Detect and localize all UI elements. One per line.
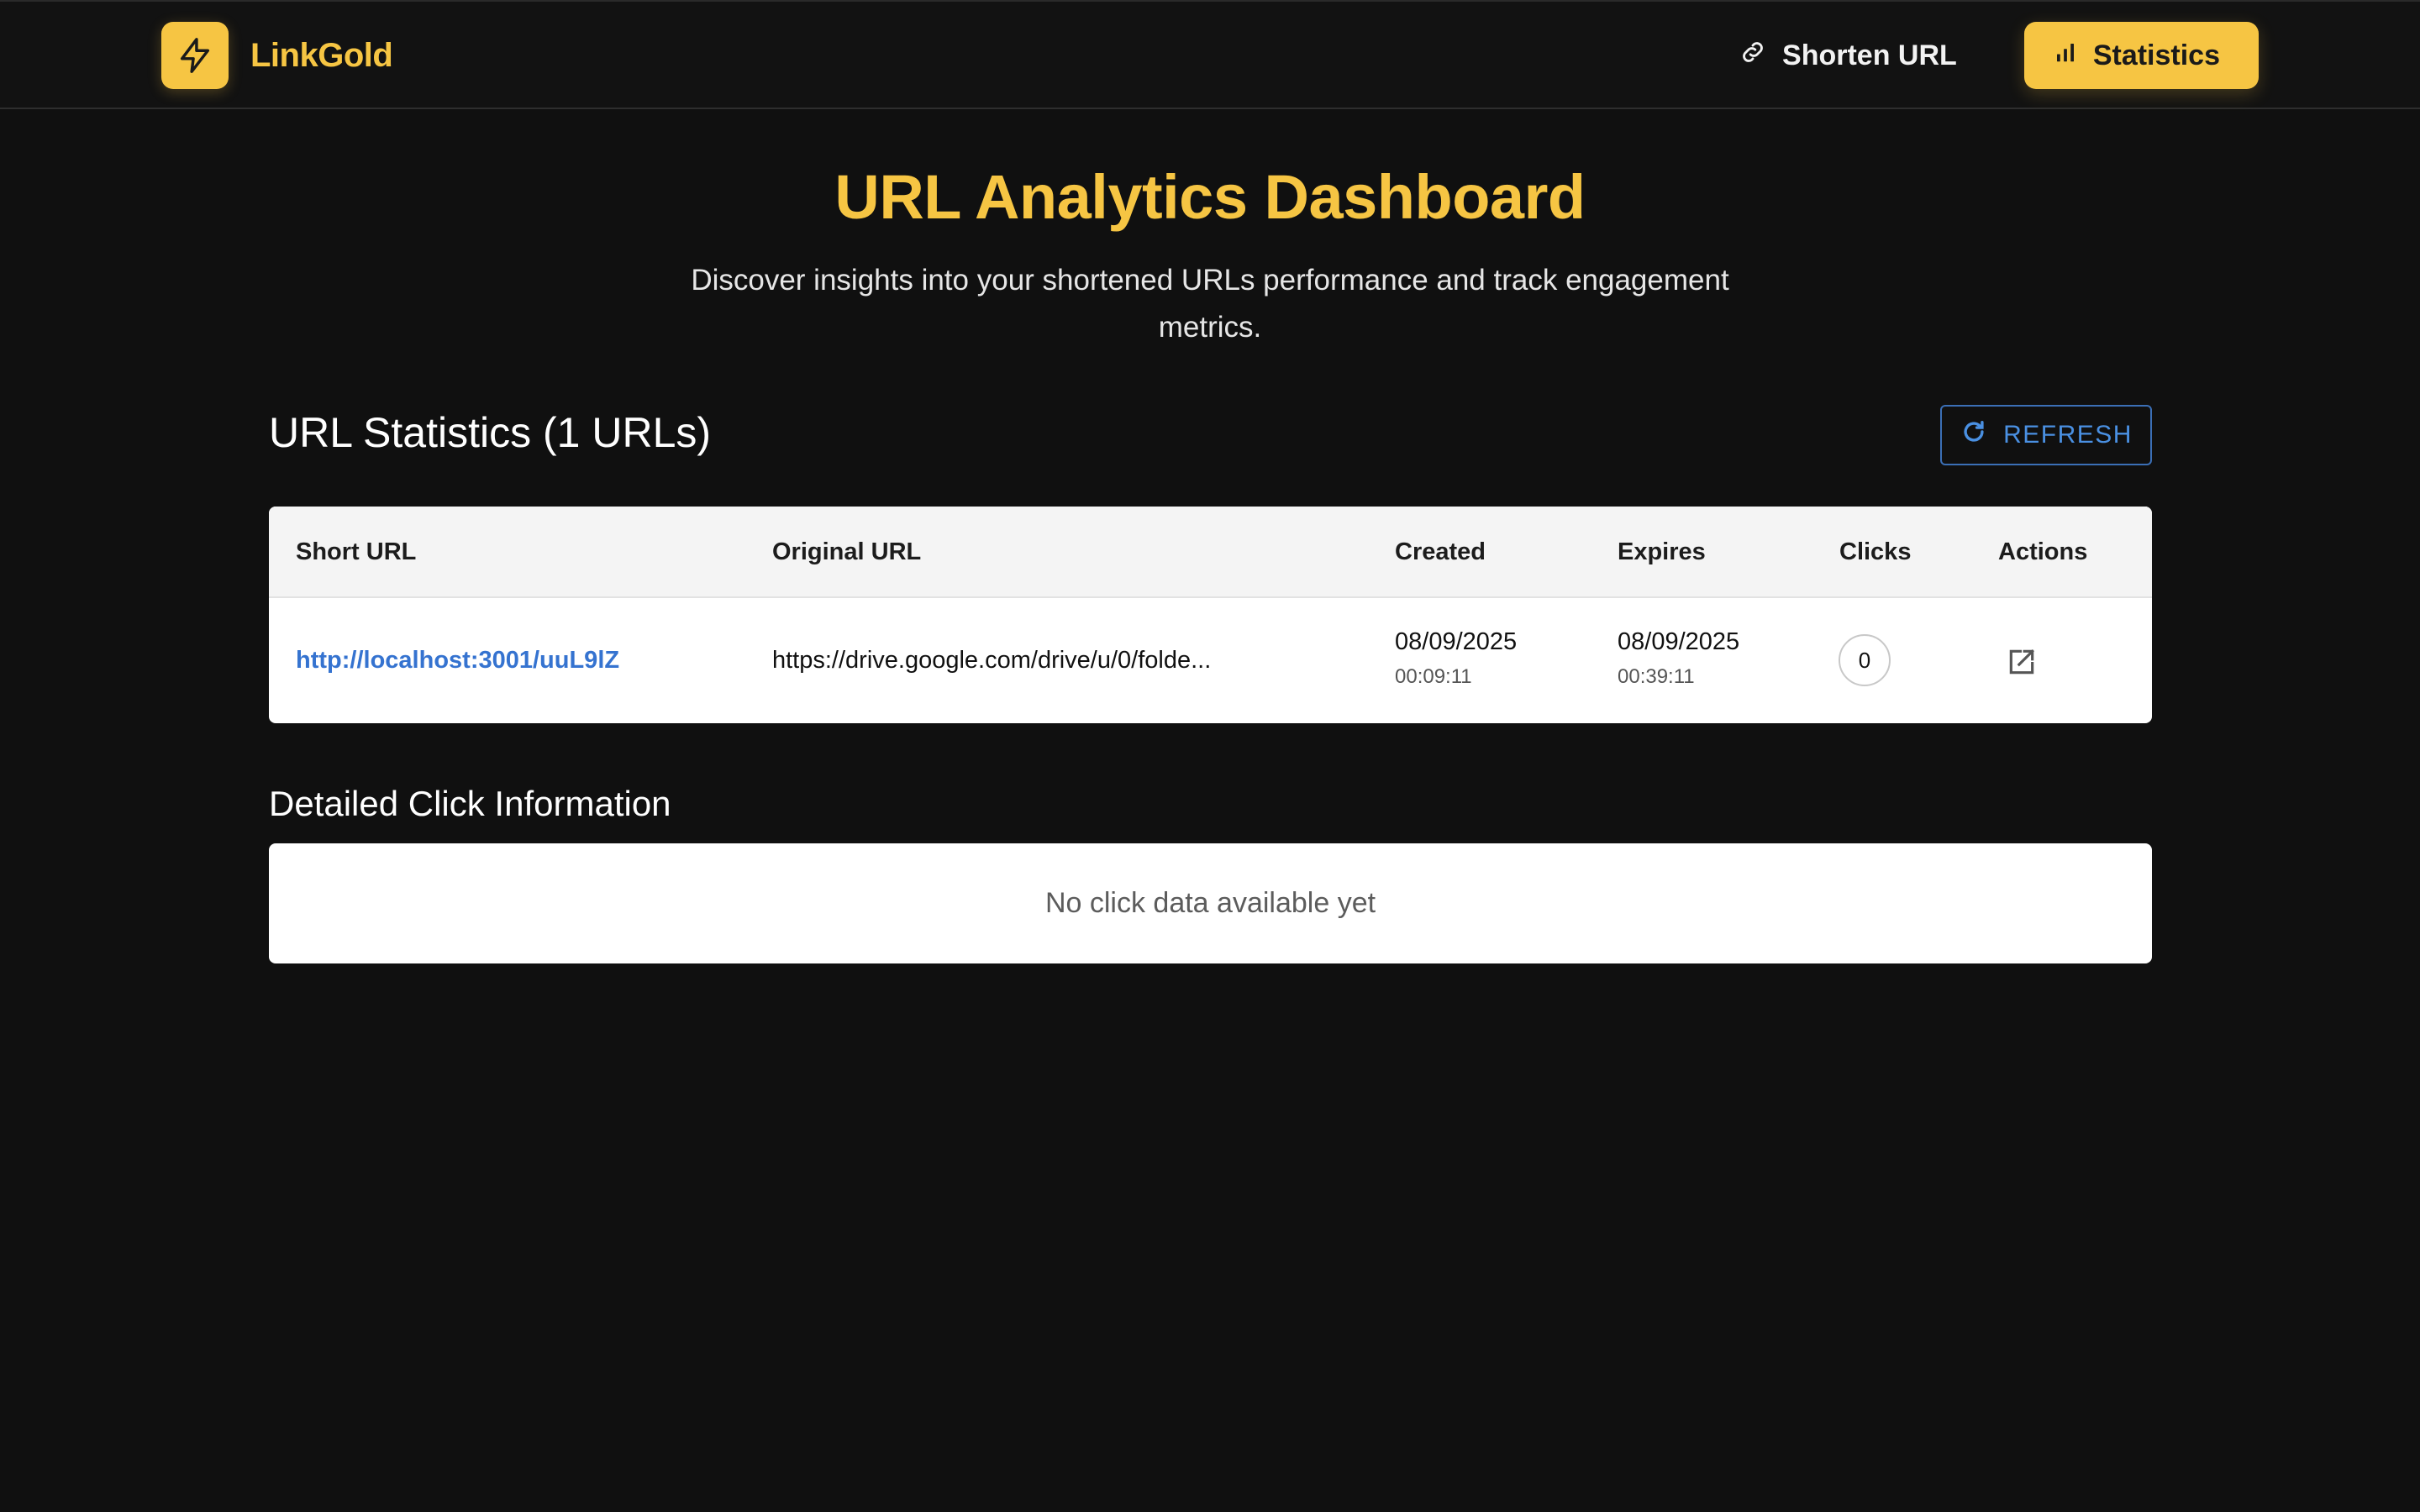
- column-original-url: Original URL: [772, 538, 922, 565]
- column-actions: Actions: [1998, 538, 2088, 565]
- clicks-count: 0: [1858, 647, 1871, 673]
- link-icon: [1739, 38, 1782, 74]
- lightning-bolt-icon: [161, 22, 229, 89]
- nav-shorten-url[interactable]: Shorten URL: [1705, 22, 1991, 89]
- click-info-panel: No click data available yet: [269, 843, 2152, 963]
- column-clicks: Clicks: [1839, 538, 1912, 565]
- top-navbar: LinkGold Shorten URL Statistics: [0, 0, 2420, 109]
- refresh-icon: [1960, 417, 2003, 453]
- url-statistics-table: Short URL Original URL Created Expires C…: [269, 507, 2152, 723]
- nav-links: Shorten URL Statistics: [1705, 22, 2259, 89]
- nav-shorten-url-label: Shorten URL: [1782, 39, 1957, 71]
- column-short-url: Short URL: [296, 538, 417, 565]
- open-in-new-icon[interactable]: [2006, 646, 2038, 682]
- table-header: Short URL Original URL Created Expires C…: [269, 507, 2152, 598]
- clicks-count-badge: 0: [1839, 634, 1891, 686]
- url-statistics-title: URL Statistics (1 URLs): [269, 409, 712, 456]
- refresh-label: REFRESH: [2003, 421, 2133, 449]
- expires-date: 08/09/2025: [1618, 628, 1740, 655]
- nav-statistics[interactable]: Statistics: [2023, 22, 2259, 89]
- bar-chart-icon: [2053, 39, 2093, 72]
- short-url-link[interactable]: http://localhost:3001/uuL9lZ: [296, 647, 619, 675]
- created-time: 00:09:11: [1395, 665, 1472, 688]
- column-created: Created: [1395, 538, 1486, 565]
- original-url: https://drive.google.com/drive/u/0/folde…: [772, 647, 1212, 674]
- column-expires: Expires: [1618, 538, 1706, 565]
- page-title: URL Analytics Dashboard: [834, 162, 1586, 232]
- nav-statistics-label: Statistics: [2092, 39, 2220, 71]
- expires-time: 00:39:11: [1618, 665, 1695, 688]
- brand[interactable]: LinkGold: [161, 22, 393, 89]
- click-info-title: Detailed Click Information: [269, 784, 671, 823]
- brand-name: LinkGold: [250, 36, 393, 74]
- refresh-button[interactable]: REFRESH: [1940, 405, 2152, 465]
- page-subtitle: Discover insights into your shortened UR…: [691, 264, 1729, 344]
- created-date: 08/09/2025: [1395, 628, 1518, 655]
- empty-state-message: No click data available yet: [1044, 887, 1376, 919]
